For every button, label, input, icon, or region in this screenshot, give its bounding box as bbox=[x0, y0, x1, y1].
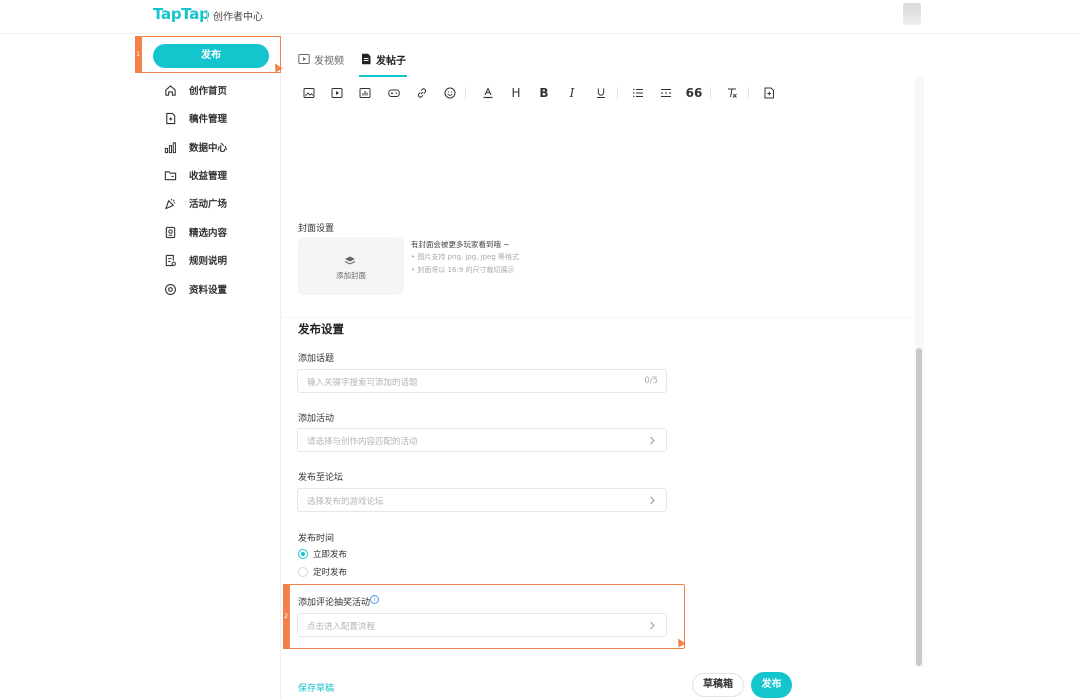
chevron-right-icon bbox=[650, 496, 655, 505]
chevron-right-icon bbox=[650, 436, 655, 445]
tab-video[interactable]: 发视频 bbox=[298, 48, 344, 70]
toolbar-divider bbox=[748, 87, 749, 99]
chart-icon[interactable] bbox=[358, 86, 372, 100]
publish-button[interactable]: 发布 bbox=[751, 672, 792, 698]
publish-time-label: 发布时间 bbox=[298, 534, 335, 544]
sidebar-item-activities[interactable]: 活动广场 bbox=[164, 193, 227, 213]
toolbar-divider bbox=[710, 87, 711, 99]
cover-note-text: 封面将以 16:9 的尺寸裁切展示 bbox=[417, 266, 515, 274]
tab-post-label: 发帖子 bbox=[376, 55, 406, 67]
video-icon bbox=[298, 54, 310, 64]
activity-label: 添加活动 bbox=[298, 414, 335, 424]
top-header: TapTap 创作者中心 bbox=[0, 0, 1080, 34]
lottery-config-select[interactable]: 点击进入配置流程 bbox=[297, 613, 667, 637]
image-icon[interactable] bbox=[302, 86, 316, 100]
publish-settings-title: 发布设置 bbox=[298, 322, 344, 336]
cover-settings-label: 封面设置 bbox=[298, 224, 335, 234]
sidebar-item-label: 活动广场 bbox=[189, 199, 228, 210]
chevron-right-icon bbox=[650, 621, 655, 630]
draft-box-button[interactable]: 草稿箱 bbox=[692, 673, 744, 697]
creator-center-title: 创作者中心 bbox=[213, 12, 263, 23]
sidebar-item-manuscripts[interactable]: 稿件管理 bbox=[164, 108, 227, 128]
sidebar-item-profile-settings[interactable]: 资料设置 bbox=[164, 279, 227, 299]
sidebar-publish-button[interactable]: 发布 bbox=[153, 44, 269, 68]
divider-line-icon[interactable] bbox=[659, 86, 673, 100]
badge-icon bbox=[165, 226, 176, 238]
insert-block-icon[interactable] bbox=[762, 86, 776, 100]
save-draft-link[interactable]: 保存草稿 bbox=[298, 681, 334, 694]
toolbar-divider bbox=[617, 87, 618, 99]
sidebar-item-home[interactable]: 创作首页 bbox=[164, 80, 227, 100]
topic-placeholder: 输入关键字搜索可添加的话题 bbox=[307, 378, 418, 388]
sidebar-item-label: 资料设置 bbox=[189, 285, 228, 296]
activity-placeholder: 请选择与创作内容匹配的活动 bbox=[307, 437, 418, 447]
sidebar bbox=[0, 34, 281, 699]
party-icon bbox=[165, 198, 176, 209]
tab-post[interactable]: 发帖子 bbox=[360, 48, 406, 70]
logo-divider bbox=[207, 10, 208, 22]
insert-video-icon[interactable] bbox=[330, 86, 344, 100]
topic-search-input[interactable]: 输入关键字搜索可添加的话题 0/5 bbox=[297, 369, 667, 393]
folder-icon bbox=[164, 170, 177, 180]
underline-icon[interactable] bbox=[594, 86, 608, 100]
taptap-logo[interactable]: TapTap bbox=[153, 5, 210, 23]
sidebar-item-data-center[interactable]: 数据中心 bbox=[164, 137, 227, 157]
highlight-tag: 1 bbox=[134, 35, 142, 73]
highlight-tag: 2 bbox=[282, 583, 290, 649]
activity-select[interactable]: 请选择与创作内容匹配的活动 bbox=[297, 428, 667, 452]
post-icon bbox=[362, 53, 371, 65]
document-icon bbox=[166, 112, 176, 124]
tab-video-label: 发视频 bbox=[314, 55, 344, 67]
forum-placeholder: 选择发布的游戏论坛 bbox=[307, 497, 384, 507]
bar-chart-icon bbox=[164, 141, 176, 153]
info-icon[interactable]: i bbox=[370, 595, 379, 604]
sidebar-item-label: 数据中心 bbox=[189, 143, 228, 154]
sidebar-item-featured[interactable]: 精选内容 bbox=[164, 222, 227, 242]
sidebar-item-label: 精选内容 bbox=[189, 228, 228, 239]
settings-icon bbox=[165, 283, 176, 295]
gamepad-icon[interactable] bbox=[387, 86, 401, 100]
cover-tip: 有封面会被更多玩家看到哦 ~ bbox=[411, 240, 510, 249]
emoji-icon[interactable] bbox=[443, 86, 457, 100]
cover-note: • 封面将以 16:9 的尺寸裁切展示 bbox=[411, 266, 515, 274]
sidebar-item-earnings[interactable]: 收益管理 bbox=[164, 165, 227, 185]
scrollbar-thumb[interactable] bbox=[916, 348, 922, 666]
font-color-icon[interactable] bbox=[481, 86, 495, 100]
italic-icon[interactable]: I bbox=[565, 86, 579, 100]
layers-icon bbox=[344, 256, 356, 265]
lottery-label: 添加评论抽奖活动 bbox=[298, 598, 371, 608]
bold-icon[interactable]: B bbox=[537, 86, 551, 100]
sidebar-item-label: 创作首页 bbox=[189, 86, 228, 97]
home-icon bbox=[165, 84, 176, 96]
add-cover-button[interactable]: 添加封面 bbox=[298, 237, 404, 295]
radio-publish-now-label[interactable]: 立即发布 bbox=[313, 548, 347, 560]
add-cover-label: 添加封面 bbox=[336, 271, 366, 280]
cover-note: • 图片支持 png, jpg, jpeg 等格式 bbox=[411, 253, 520, 261]
radio-publish-now[interactable] bbox=[298, 549, 308, 559]
quote-icon[interactable]: 66 bbox=[686, 86, 703, 100]
list-icon[interactable] bbox=[631, 86, 645, 100]
topic-label: 添加话题 bbox=[298, 354, 335, 364]
cover-note-text: 图片支持 png, jpg, jpeg 等格式 bbox=[417, 253, 520, 261]
topic-count: 0/5 bbox=[644, 376, 658, 386]
toolbar-divider bbox=[465, 87, 466, 99]
sidebar-item-label: 稿件管理 bbox=[189, 114, 228, 125]
lottery-placeholder: 点击进入配置流程 bbox=[307, 622, 376, 632]
avatar[interactable] bbox=[903, 3, 921, 25]
link-icon[interactable] bbox=[415, 86, 429, 100]
sidebar-item-rules[interactable]: 规则说明 bbox=[164, 250, 227, 270]
radio-scheduled[interactable] bbox=[298, 567, 308, 577]
clear-format-icon[interactable] bbox=[725, 86, 739, 100]
rules-icon bbox=[165, 254, 176, 266]
sidebar-item-label: 规则说明 bbox=[189, 256, 228, 267]
forum-select[interactable]: 选择发布的游戏论坛 bbox=[297, 488, 667, 512]
sidebar-item-label: 收益管理 bbox=[189, 171, 228, 182]
heading-icon[interactable]: H bbox=[509, 86, 523, 100]
radio-scheduled-label[interactable]: 定时发布 bbox=[313, 566, 347, 578]
forum-label: 发布至论坛 bbox=[298, 473, 344, 483]
